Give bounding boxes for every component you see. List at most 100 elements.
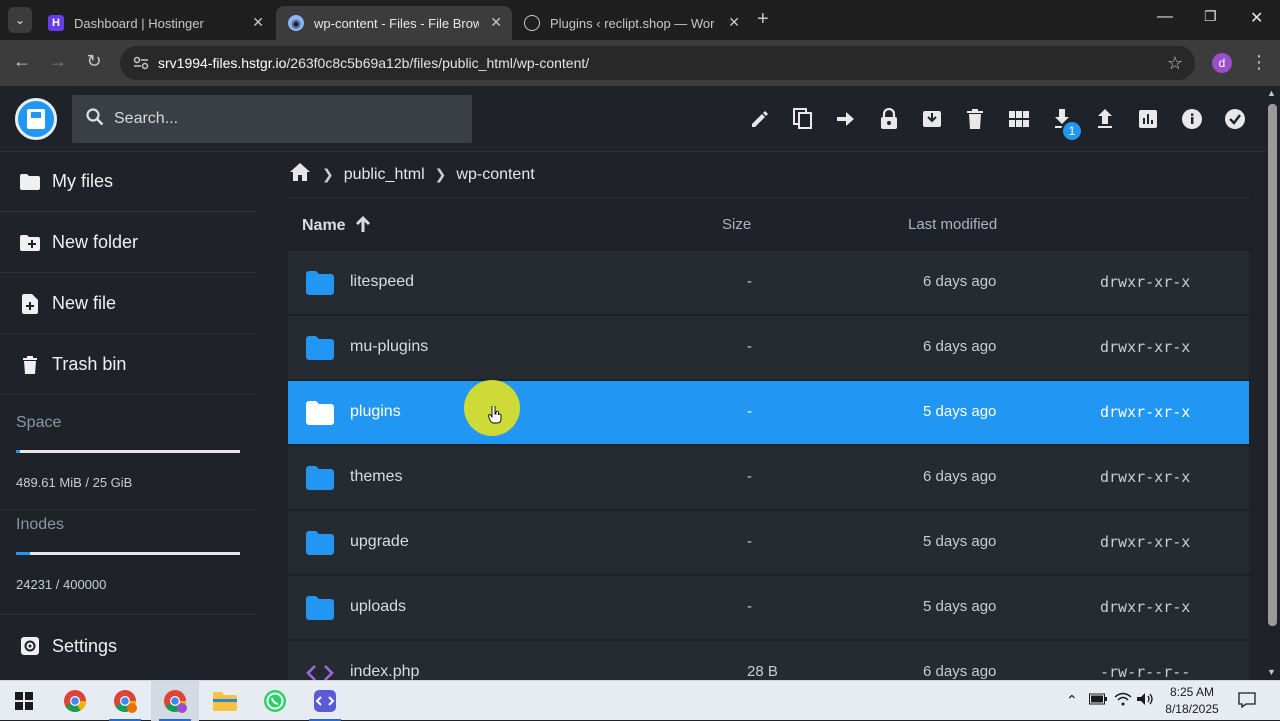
lock-icon[interactable] [877, 107, 901, 131]
forward-arrow-icon[interactable]: → [46, 51, 70, 72]
table-row[interactable]: litespeed - 6 days ago drwxr-xr-x [288, 251, 1249, 315]
delete-trash-icon[interactable] [963, 107, 987, 131]
sort-arrow-up-icon [356, 216, 371, 237]
tab-file-browser[interactable]: ◉ wp-content - Files - File Browser ✕ [276, 6, 512, 40]
clock-date: 8/18/2025 [1165, 702, 1219, 716]
file-size: - [747, 598, 752, 615]
folder-icon [306, 596, 334, 620]
battery-icon[interactable] [1089, 692, 1107, 708]
file-permissions: drwxr-xr-x [1100, 273, 1191, 291]
sidebar-item-label: My files [52, 171, 114, 191]
space-label: Space [16, 414, 62, 431]
file-last-modified: 5 days ago [923, 598, 997, 615]
file-name: plugins [350, 403, 401, 420]
file-size: - [747, 533, 752, 550]
scroll-up-arrow-icon[interactable]: ▲ [1267, 88, 1276, 98]
select-check-icon[interactable] [1223, 107, 1247, 131]
file-last-modified: 6 days ago [923, 338, 997, 355]
divider [0, 509, 256, 510]
home-icon[interactable] [290, 162, 312, 187]
table-row[interactable]: plugins - 5 days ago drwxr-xr-x [288, 381, 1249, 445]
inodes-label: Inodes [16, 516, 65, 533]
gear-icon [20, 636, 40, 656]
scroll-down-arrow-icon[interactable]: ▼ [1267, 667, 1276, 677]
sidebar-item-trash-bin[interactable]: Trash bin [0, 335, 256, 395]
breadcrumb-item-wp-content[interactable]: wp-content [456, 166, 534, 184]
column-header-size[interactable]: Size [722, 216, 751, 233]
browser-toolbar: ← → ↻ srv1994-files.hstgr.io/263f0c8c5b6… [0, 40, 1280, 86]
move-arrow-icon[interactable] [834, 107, 858, 131]
copy-icon[interactable] [791, 107, 815, 131]
file-last-modified: 5 days ago [923, 403, 997, 420]
grid-view-icon[interactable] [1007, 107, 1031, 131]
notification-icon[interactable] [1238, 692, 1256, 711]
table-row[interactable]: mu-plugins - 6 days ago drwxr-xr-x [288, 316, 1249, 380]
address-bar[interactable]: srv1994-files.hstgr.io/263f0c8c5b69a12b/… [120, 46, 1195, 80]
table-row[interactable]: themes - 6 days ago drwxr-xr-x [288, 446, 1249, 510]
column-header-name[interactable]: Name [302, 216, 371, 237]
file-name: litespeed [350, 273, 415, 290]
file-size: - [747, 468, 752, 485]
table-row[interactable]: uploads - 5 days ago drwxr-xr-x [288, 576, 1249, 640]
speaker-icon[interactable] [1137, 692, 1155, 709]
rename-pencil-icon[interactable] [748, 107, 772, 131]
file-last-modified: 6 days ago [923, 663, 997, 680]
taskbar: ⌃ 8:25 AM 8/18/2025 [0, 680, 1280, 721]
breadcrumb-item-public-html[interactable]: public_html [344, 166, 425, 184]
info-icon[interactable] [1180, 107, 1204, 131]
reload-icon[interactable]: ↻ [82, 51, 106, 72]
tab-close-icon[interactable]: ✕ [490, 14, 502, 31]
divider [0, 614, 256, 615]
chrome-profile-n-icon[interactable] [101, 681, 149, 721]
inodes-progress-fill [16, 552, 30, 555]
sidebar-item-new-file[interactable]: New file [0, 274, 256, 334]
scrollbar-thumb[interactable] [1268, 104, 1277, 626]
chrome-app-icon[interactable] [51, 681, 99, 721]
profile-avatar[interactable]: d [1212, 53, 1232, 73]
whatsapp-icon[interactable] [251, 681, 299, 721]
download-count-badge: 1 [1061, 120, 1083, 142]
dev-app-icon[interactable] [301, 681, 349, 721]
tab-hostinger-dashboard[interactable]: H Dashboard | Hostinger ✕ [36, 6, 274, 40]
file-name: index.php [350, 663, 420, 680]
sidebar-item-label: Settings [52, 635, 118, 656]
upload-icon[interactable] [1093, 107, 1117, 131]
bookmark-star-icon[interactable]: ☆ [1167, 53, 1183, 74]
new-tab-icon[interactable]: + [757, 8, 769, 31]
inodes-progress-bar [16, 552, 240, 555]
file-explorer-icon[interactable] [201, 681, 249, 721]
usage-chart-icon[interactable] [1136, 107, 1160, 131]
wifi-icon[interactable] [1114, 692, 1132, 709]
sidebar-item-settings[interactable]: Settings [0, 616, 256, 676]
browser-menu-icon[interactable]: ⋮ [1250, 52, 1268, 73]
folder-icon [306, 271, 334, 295]
file-name: themes [350, 468, 403, 485]
chrome-profile-d-icon[interactable] [151, 681, 199, 721]
chevron-right-icon: ❯ [434, 166, 447, 182]
site-settings-icon[interactable] [132, 54, 150, 72]
archive-icon[interactable] [920, 107, 944, 131]
tray-overflow-chevron-icon[interactable]: ⌃ [1066, 692, 1078, 709]
space-progress-fill [16, 450, 21, 453]
table-row[interactable]: upgrade - 5 days ago drwxr-xr-x [288, 511, 1249, 575]
window-close-icon[interactable]: ✕ [1250, 8, 1263, 28]
column-header-last-modified[interactable]: Last modified [908, 216, 997, 233]
tab-close-icon[interactable]: ✕ [728, 14, 740, 31]
back-arrow-icon[interactable]: ← [10, 51, 34, 72]
tab-close-icon[interactable]: ✕ [252, 14, 264, 31]
app-header: 1 [0, 86, 1280, 152]
tab-title: Dashboard | Hostinger [74, 15, 204, 31]
minimize-icon[interactable]: — [1157, 8, 1173, 26]
windows-start-icon[interactable] [0, 681, 48, 721]
file-plus-icon [20, 293, 40, 314]
restore-icon[interactable]: ❐ [1204, 8, 1217, 25]
file-listing: ❯ public_html ❯ wp-content Name Size Las… [288, 152, 1249, 705]
folder-icon [20, 172, 40, 192]
folder-icon [306, 531, 334, 555]
sidebar-item-my-files[interactable]: My files [0, 152, 256, 212]
hostinger-favicon-icon: H [48, 15, 64, 31]
system-clock[interactable]: 8:25 AM 8/18/2025 [1160, 684, 1224, 718]
sidebar-item-new-folder[interactable]: New folder [0, 213, 256, 273]
tab-search-button[interactable]: ⌄ [8, 7, 32, 33]
tab-wordpress-plugins[interactable]: Plugins ‹ reclipt.shop — WordPress ✕ [512, 6, 750, 40]
